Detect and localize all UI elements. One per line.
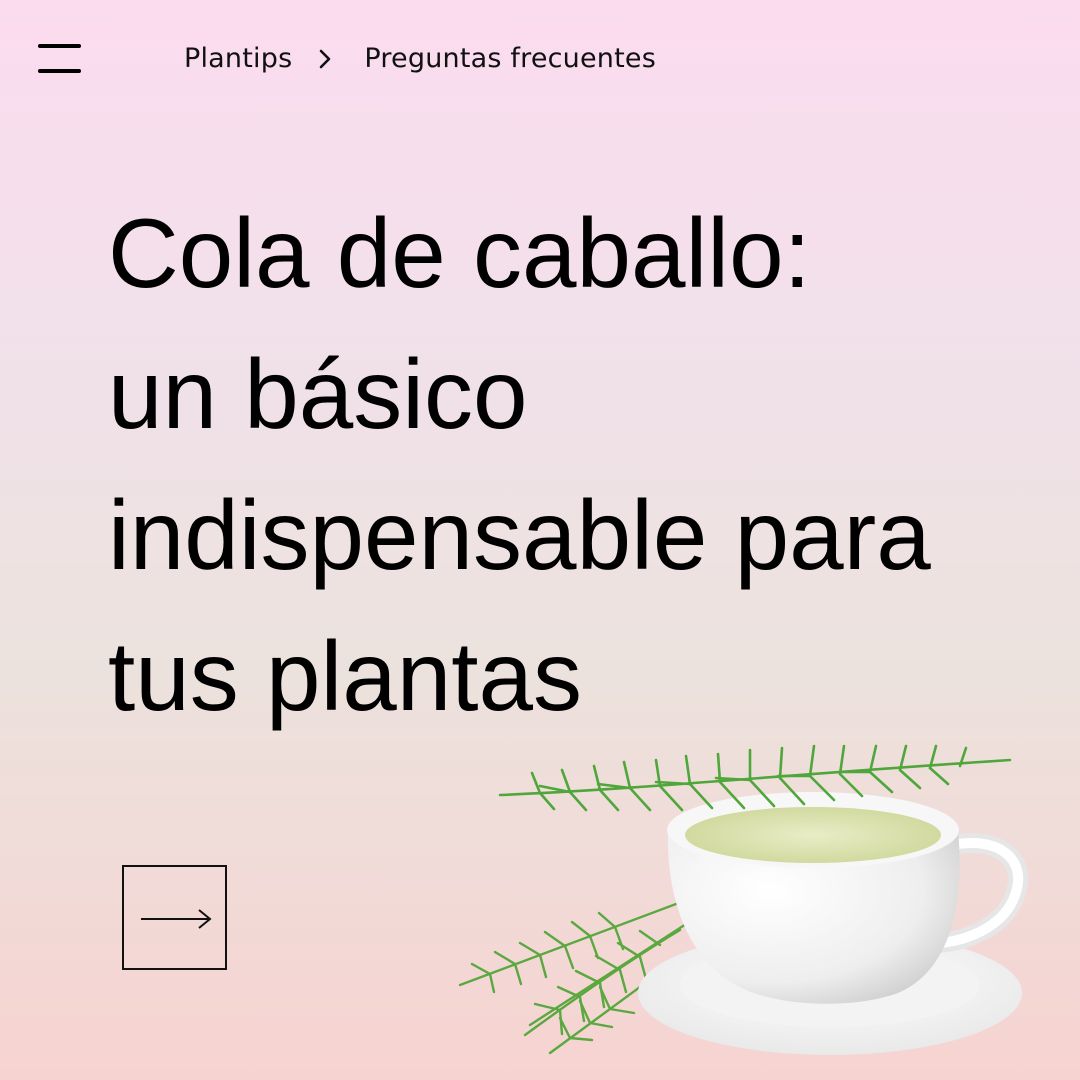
next-button[interactable] bbox=[122, 865, 227, 970]
menu-bar-top bbox=[38, 44, 81, 48]
breadcrumb-item-plantips[interactable]: Plantips bbox=[184, 43, 292, 74]
chevron-right-icon bbox=[292, 40, 364, 76]
menu-bar-bottom bbox=[38, 69, 81, 73]
title-line: indispensable para bbox=[108, 480, 931, 590]
hamburger-menu-icon[interactable] bbox=[38, 44, 82, 74]
title-line: tus plantas bbox=[108, 621, 582, 731]
page-title: Cola de caballo: un básico indispensable… bbox=[108, 183, 1028, 747]
horsetail-tea-cup-icon bbox=[430, 735, 1050, 1070]
breadcrumb: Plantips Preguntas frecuentes bbox=[184, 40, 656, 76]
arrow-right-icon bbox=[141, 909, 212, 929]
title-line: Cola de caballo: bbox=[108, 198, 811, 308]
breadcrumb-item-preguntas-frecuentes[interactable]: Preguntas frecuentes bbox=[364, 43, 656, 74]
title-line: un básico bbox=[108, 339, 528, 449]
